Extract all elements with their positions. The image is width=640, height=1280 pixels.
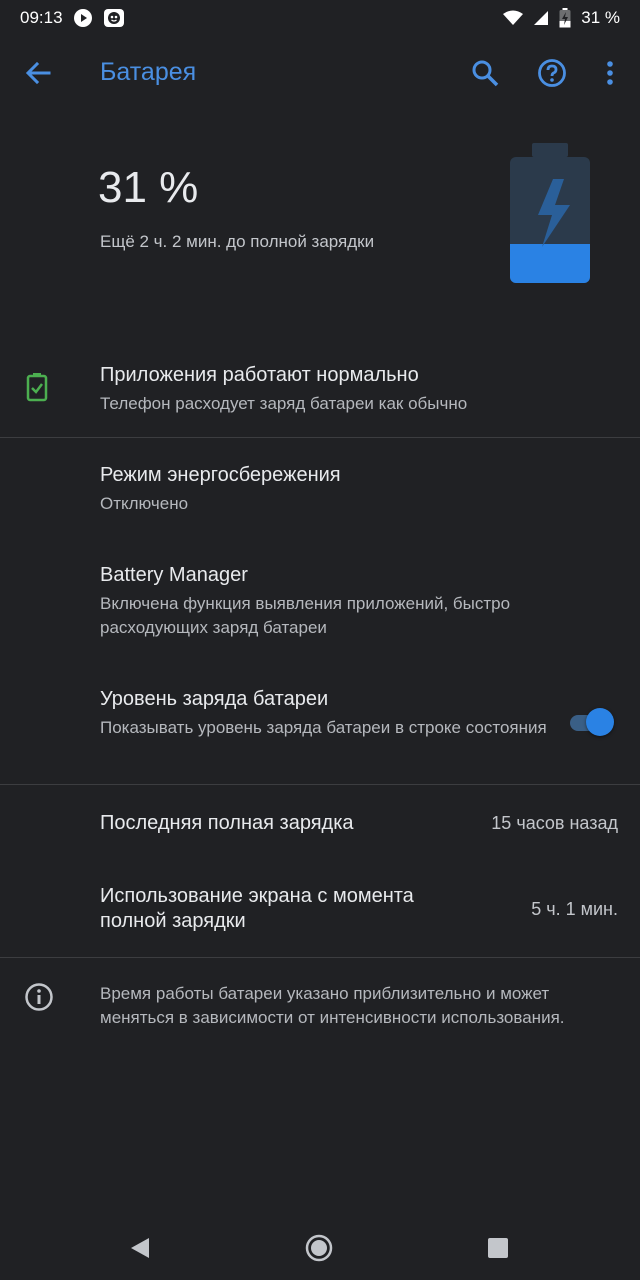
screen-usage-row: Использование экрана с момента полной за… (0, 872, 640, 948)
info-icon (24, 982, 54, 1017)
status-right: 31 % (503, 8, 620, 28)
battery-ok-icon (26, 372, 48, 407)
nav-recents-button[interactable] (478, 1228, 518, 1268)
search-icon (472, 60, 499, 87)
navigation-bar (0, 1212, 640, 1280)
divider (0, 437, 640, 438)
play-icon (73, 8, 93, 28)
help-icon (538, 59, 566, 87)
battery-manager-title: Battery Manager (100, 564, 248, 586)
status-left: 09:13 (20, 8, 125, 28)
nav-recents-icon (488, 1238, 508, 1258)
status-battery-text: 31 % (581, 8, 620, 27)
battery-saver-subtitle: Отключено (100, 494, 189, 513)
nav-back-icon (131, 1238, 149, 1258)
notification-face-icon (103, 8, 125, 28)
battery-percent: 31 % (98, 163, 199, 212)
info-footer: Время работы батареи указано приблизител… (0, 970, 640, 1060)
nav-back-button[interactable] (120, 1228, 160, 1268)
screen-usage-value: 5 ч. 1 мин. (531, 899, 618, 919)
battery-charging-icon (559, 8, 571, 28)
apps-status-row[interactable]: Приложения работают нормально Телефон ра… (0, 350, 640, 436)
arrow-back-icon (25, 61, 51, 85)
more-options-button[interactable] (590, 53, 630, 93)
battery-manager-subtitle: Включена функция выявления приложений, б… (100, 594, 511, 637)
back-button[interactable] (18, 53, 58, 93)
cell-signal-icon (533, 10, 549, 26)
last-full-charge-title: Последняя полная зарядка (100, 812, 354, 834)
nav-home-button[interactable] (299, 1228, 339, 1268)
apps-status-title: Приложения работают нормально (100, 364, 419, 386)
last-full-charge-row: Последняя полная зарядка 15 часов назад (0, 798, 640, 848)
battery-saver-title: Режим энергосбережения (100, 464, 341, 486)
apps-status-subtitle: Телефон расходует заряд батареи как обыч… (100, 394, 468, 413)
battery-level-icon (508, 143, 592, 285)
divider (0, 784, 640, 785)
toggle-thumb (586, 708, 614, 736)
screen-usage-title: Использование экрана с момента полной за… (100, 885, 414, 932)
divider (0, 957, 640, 958)
status-time: 09:13 (20, 8, 63, 27)
status-bar: 09:13 31 % (0, 0, 640, 36)
last-full-charge-value: 15 часов назад (491, 813, 618, 833)
app-bar: Батарея (0, 44, 640, 102)
info-text: Время работы батареи указано приблизител… (100, 984, 565, 1027)
more-vert-icon (607, 61, 613, 85)
battery-percentage-subtitle: Показывать уровень заряда батареи в стро… (100, 718, 547, 737)
nav-home-icon (305, 1234, 333, 1262)
battery-percentage-title: Уровень заряда батареи (100, 688, 329, 710)
wifi-icon (503, 10, 524, 26)
search-button[interactable] (465, 53, 505, 93)
battery-saver-row[interactable]: Режим энергосбережения Отключено (0, 450, 640, 546)
battery-percentage-row[interactable]: Уровень заряда батареи Показывать уровен… (0, 674, 640, 784)
battery-percentage-toggle[interactable] (568, 708, 616, 738)
page-title: Батарея (100, 58, 197, 86)
help-button[interactable] (532, 53, 572, 93)
battery-manager-row[interactable]: Battery Manager Включена функция выявлен… (0, 550, 640, 660)
time-to-full: Ещё 2 ч. 2 мин. до полной зарядки (100, 232, 375, 251)
